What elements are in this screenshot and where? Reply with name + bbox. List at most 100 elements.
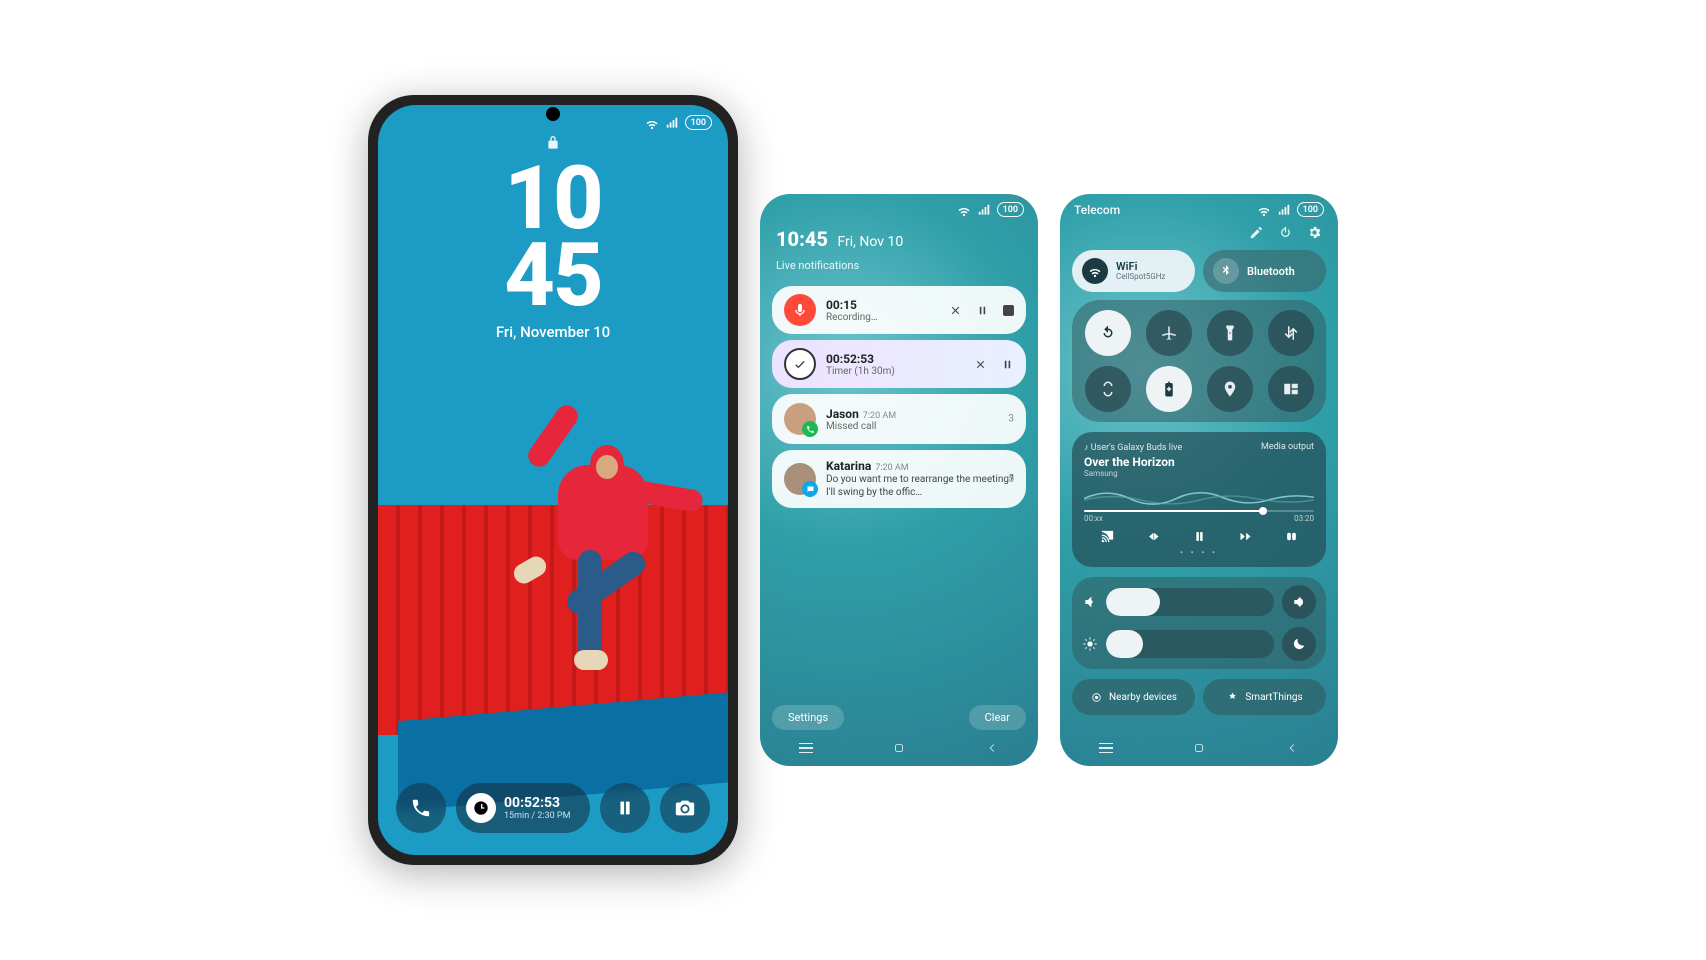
notification-recording[interactable]: 00:15 Recording… [772,286,1026,334]
media-output-button[interactable]: Media output [1261,442,1314,453]
next-icon[interactable] [1238,529,1253,544]
sound-icon [1082,594,1098,610]
lockscreen-timer-widget[interactable]: 00:52:53 15min / 2:30 PM [456,783,590,833]
message-time: 7:20 AM [875,463,908,473]
wifi-icon [957,203,971,217]
recording-time: 00:15 [826,298,939,312]
nearby-devices-button[interactable]: Nearby devices [1072,679,1195,715]
multiwindow-tile[interactable] [1268,366,1314,412]
media-total: 03:20 [1294,514,1314,523]
nearby-icon [1090,691,1103,704]
nav-recents[interactable] [1099,743,1113,754]
notification-panel[interactable]: 100 10:45 Fri, Nov 10 Live notifications… [760,194,1038,766]
bluetooth-label: Bluetooth [1247,266,1295,277]
battery-indicator: 100 [1297,202,1324,217]
live-notifications-header: Live notifications [760,253,1038,280]
avatar [784,463,816,495]
nav-recents[interactable] [799,743,813,754]
volume-max-icon[interactable] [1282,585,1316,619]
sender-name: Katarina [826,459,871,473]
battery-indicator: 100 [685,115,712,130]
pause-button[interactable] [600,783,650,833]
smartthings-icon [1226,691,1239,704]
media-player-card[interactable]: ♪ User's Galaxy Buds live Media output O… [1072,432,1326,567]
call-count: 3 [1008,414,1014,425]
message-badge-icon [802,481,818,497]
nav-bar [760,736,1038,760]
signal-icon [977,203,991,217]
media-elapsed: 00:xx [1084,514,1103,523]
waveform [1084,484,1314,506]
notification-timer[interactable]: 00:52:53 Timer (1h 30m) [772,340,1026,388]
carrier-label: Telecom [1074,203,1251,217]
airplane-tile[interactable] [1146,310,1192,356]
message-count: 5 [1008,474,1014,485]
pause-icon[interactable] [1192,529,1207,544]
media-device: User's Galaxy Buds live [1091,443,1183,453]
media-progress[interactable] [1084,510,1314,512]
dark-mode-icon[interactable] [1282,627,1316,661]
wifi-label: WiFi [1116,261,1165,272]
smartthings-label: SmartThings [1245,692,1302,703]
phone-shortcut[interactable] [396,783,446,833]
wifi-ssid: CellSpot5GHz [1116,272,1165,282]
lockscreen-date: Fri, November 10 [378,315,728,341]
quick-settings-panel[interactable]: Telecom 100 WiFiCellSpot5GHz Bluetooth [1060,194,1338,766]
volume-slider[interactable] [1082,585,1316,619]
buds-icon[interactable] [1284,529,1299,544]
edit-icon[interactable] [1249,225,1264,240]
nav-back[interactable] [985,741,999,755]
battery-indicator: 100 [997,202,1024,217]
phone-badge-icon [802,421,818,437]
panel-datetime: 10:45 Fri, Nov 10 [760,217,1038,253]
wifi-icon [1257,203,1271,217]
camera-shortcut[interactable] [660,783,710,833]
wifi-tile[interactable]: WiFiCellSpot5GHz [1072,250,1195,292]
flashlight-tile[interactable] [1207,310,1253,356]
nav-back[interactable] [1285,741,1299,755]
prev-icon[interactable] [1146,529,1161,544]
power-icon[interactable] [1278,225,1293,240]
call-label: Missed call [826,421,1014,432]
media-artist: Samsung [1084,469,1314,478]
clock-icon [466,793,496,823]
nav-home[interactable] [892,741,906,755]
notification-message[interactable]: Katarina7:20 AM Do you want me to rearra… [772,450,1026,508]
clock-check-icon [784,348,816,380]
avatar [784,403,816,435]
stop-icon[interactable] [1003,305,1014,316]
camera-punch-hole [546,107,560,121]
close-icon[interactable] [974,358,987,371]
nav-home[interactable] [1192,741,1206,755]
timer-label: Timer (1h 30m) [826,366,964,377]
recording-label: Recording… [826,312,939,323]
battery-saver-tile[interactable] [1146,366,1192,412]
rotate-tile[interactable] [1085,310,1131,356]
camera-icon [674,797,696,819]
nfc-tile[interactable] [1085,366,1131,412]
clear-button[interactable]: Clear [969,705,1026,730]
nav-bar [1060,736,1338,760]
location-tile[interactable] [1207,366,1253,412]
timer-value: 00:52:53 [504,795,570,811]
panel-time: 10:45 [776,227,828,251]
media-title: Over the Horizon [1084,455,1314,469]
brightness-slider[interactable] [1082,627,1316,661]
pause-icon[interactable] [1001,358,1014,371]
phone-icon [410,797,432,819]
settings-button[interactable]: Settings [772,705,844,730]
close-icon[interactable] [949,304,962,317]
pause-icon[interactable] [976,304,989,317]
data-tile[interactable] [1268,310,1314,356]
status-bar: 100 [760,194,1038,217]
gear-icon[interactable] [1307,225,1322,240]
lock-screen[interactable]: 100 10 45 Fri, November 10 [378,105,728,855]
wallpaper [378,341,728,855]
bluetooth-tile[interactable]: Bluetooth [1203,250,1326,292]
timer-time: 00:52:53 [826,352,964,366]
cast-icon[interactable] [1100,529,1115,544]
call-time: 7:20 AM [863,411,896,421]
notification-missed-call[interactable]: Jason7:20 AM Missed call 3 [772,394,1026,444]
smartthings-button[interactable]: SmartThings [1203,679,1326,715]
bluetooth-icon [1213,258,1239,284]
